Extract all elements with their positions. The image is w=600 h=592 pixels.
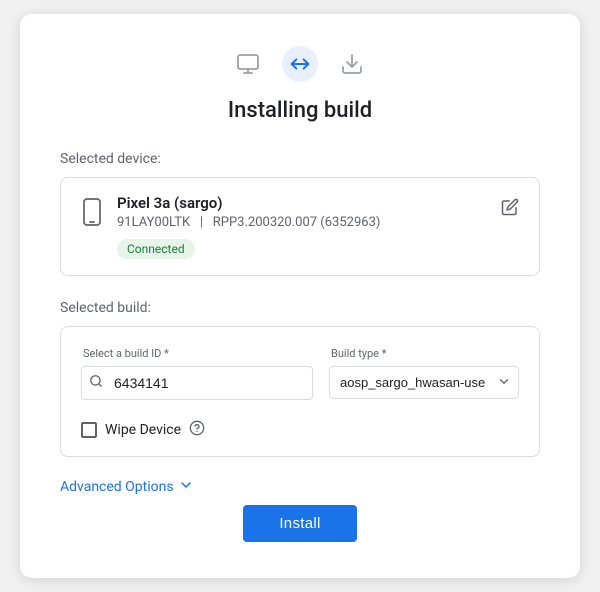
build-fields: Select a build ID * Build type * (81, 347, 519, 400)
step-icons (60, 46, 540, 82)
device-phone-icon (81, 198, 103, 230)
selected-device-label: Selected device: (60, 151, 540, 167)
connected-badge: Connected (117, 239, 195, 259)
main-card: Installing build Selected device: Pixel … (20, 14, 580, 578)
build-type-select[interactable]: aosp_sargo_hwasan-user... (329, 366, 519, 399)
device-card: Pixel 3a (sargo) 91LAY00LTK | RPP3.20032… (60, 177, 540, 276)
page-title: Installing build (60, 98, 540, 123)
advanced-options-link[interactable]: Advanced Options (60, 477, 540, 497)
build-id-group: Select a build ID * (81, 347, 313, 400)
install-section: Install (60, 505, 540, 542)
selected-build-label: Selected build: (60, 300, 540, 316)
advanced-options-label: Advanced Options (60, 479, 174, 495)
build-id-label: Select a build ID * (81, 347, 313, 360)
wipe-device-checkbox[interactable] (81, 422, 97, 438)
monitor-icon (230, 46, 266, 82)
help-icon[interactable] (189, 420, 205, 440)
build-card: Select a build ID * Build type * (60, 326, 540, 457)
build-type-group: Build type * aosp_sargo_hwasan-user... (329, 347, 519, 400)
edit-icon[interactable] (501, 198, 519, 220)
install-button[interactable]: Install (243, 505, 356, 542)
wipe-device-label: Wipe Device (105, 422, 181, 438)
advanced-options: Advanced Options (60, 477, 540, 497)
device-id: 91LAY00LTK (117, 215, 190, 230)
chevron-down-icon (178, 477, 194, 497)
build-type-select-wrapper: aosp_sargo_hwasan-user... (329, 366, 519, 399)
download-icon (334, 46, 370, 82)
build-id-input-wrapper (81, 366, 313, 400)
device-name: Pixel 3a (sargo) (117, 194, 487, 212)
build-id-input[interactable] (81, 366, 313, 400)
device-build: RPP3.200320.007 (6352963) (213, 215, 381, 230)
wipe-device-row: Wipe Device (81, 420, 519, 440)
transfer-icon (282, 46, 318, 82)
device-info: Pixel 3a (sargo) 91LAY00LTK | RPP3.20032… (117, 194, 487, 259)
build-type-label: Build type * (329, 347, 519, 360)
device-details: 91LAY00LTK | RPP3.200320.007 (6352963) (117, 215, 487, 230)
